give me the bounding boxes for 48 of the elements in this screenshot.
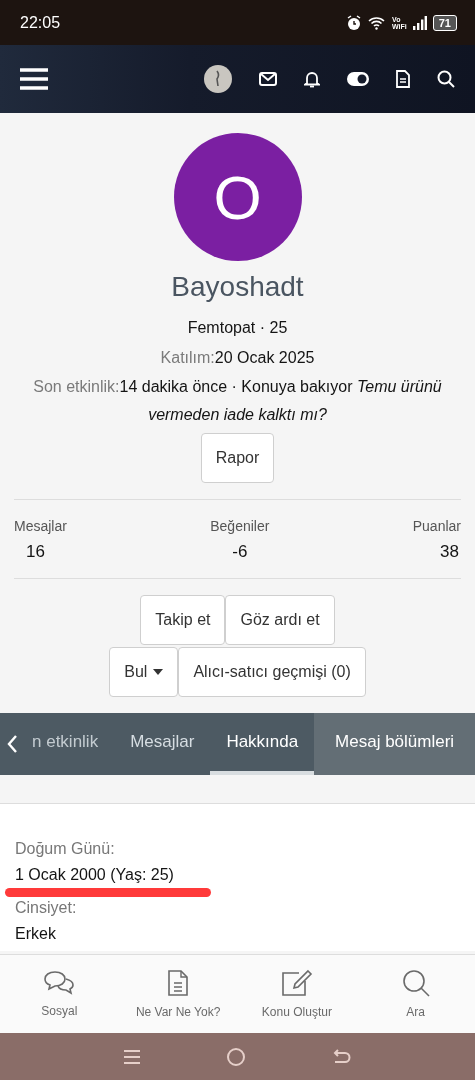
field-value: Erkek <box>15 925 56 943</box>
menu-icon[interactable] <box>20 68 48 90</box>
tab[interactable]: Mesaj bölümleri <box>314 713 475 775</box>
nav-label[interactable]: Ne Var Ne Yok? <box>135 1005 221 1019</box>
back-icon[interactable] <box>332 1047 353 1066</box>
signal-icon <box>412 15 427 30</box>
joined-label: Katılım: <box>160 349 215 366</box>
clock: 22:05 <box>20 13 61 32</box>
avatar: O <box>173 133 302 261</box>
chevron-left-icon[interactable] <box>6 734 18 754</box>
field-value: 1 Ocak 2000 (Yaş: 25) <box>15 866 174 884</box>
avatar-icon[interactable] <box>204 65 232 93</box>
stat-label: Beğeniler <box>210 518 270 534</box>
find-button[interactable]: Bul <box>109 647 179 697</box>
tab[interactable]: Mesajlar <box>114 713 211 775</box>
nav-label[interactable]: Sosyal <box>41 1004 78 1018</box>
edit-icon[interactable] <box>280 969 313 997</box>
wifi-icon <box>368 15 387 30</box>
stat-value: -6 <box>231 542 249 562</box>
last-activity-text: 14 dakika önce · Konuya bakıyor Temu ürünü vermeden iade kalktı mı? <box>119 378 442 423</box>
follow-button[interactable]: Takip et <box>140 595 226 645</box>
caret-icon <box>153 669 164 675</box>
search-icon[interactable] <box>437 70 455 88</box>
last-activity-label: Son etkinlik: <box>33 378 120 395</box>
tab[interactable]: n etkinlik <box>26 713 115 775</box>
home-icon[interactable] <box>226 1046 247 1067</box>
battery-indicator: 71 <box>432 14 457 31</box>
joined-date: 20 Ocak 2025 <box>214 349 315 366</box>
field-label: Cinsiyet: <box>15 899 77 917</box>
envelope-icon[interactable] <box>259 72 277 86</box>
report-button[interactable]: Rapor <box>200 433 275 483</box>
nav-label[interactable]: Ara <box>406 1005 425 1019</box>
stat-label: Puanlar <box>412 518 461 534</box>
history-button[interactable]: Alıcı-satıcı geçmişi (0) <box>178 647 366 697</box>
chat-bubbles-icon[interactable] <box>43 970 76 996</box>
toggle-icon[interactable] <box>347 72 369 86</box>
stat-value: 16 <box>25 542 46 562</box>
stat-value: 38 <box>439 542 460 562</box>
recent-apps-icon[interactable] <box>122 1047 141 1066</box>
user-title: Femtopat · 25 <box>187 319 288 337</box>
stat-label: Mesajlar <box>14 518 67 534</box>
bell-icon[interactable] <box>304 70 320 88</box>
nav-label[interactable]: Konu Oluştur <box>261 1005 332 1019</box>
alarm-icon <box>346 14 363 31</box>
field-label: Doğum Günü: <box>15 840 115 858</box>
username: Bayoshadt <box>171 271 304 303</box>
ignore-button[interactable]: Göz ardı et <box>225 595 335 645</box>
document-icon[interactable] <box>396 70 410 88</box>
